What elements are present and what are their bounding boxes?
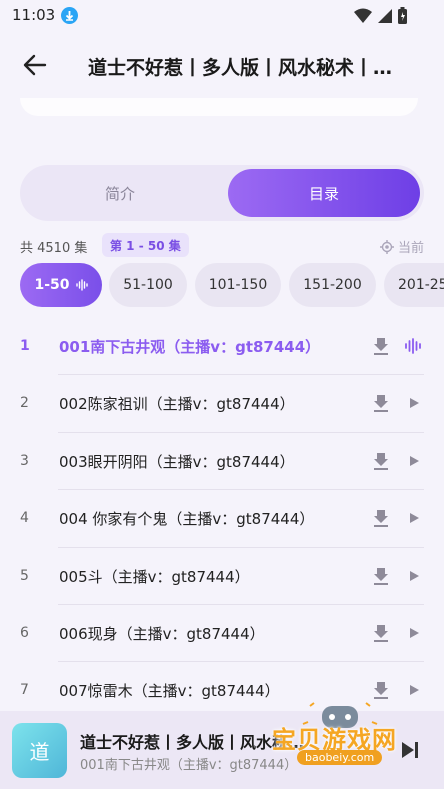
- play-icon[interactable]: [404, 623, 424, 643]
- download-icon[interactable]: [371, 336, 391, 356]
- status-icons: [352, 7, 410, 29]
- segment-tabs: 简介 目录: [20, 165, 424, 221]
- locate-label: 当前: [397, 241, 424, 256]
- episode-row[interactable]: 5 005斗（主播v：gt87444）: [0, 548, 444, 606]
- page-title: 道士不好惹丨多人版丨风水秘术丨…: [88, 57, 393, 79]
- audio-wave-icon: [75, 279, 88, 291]
- play-icon[interactable]: [404, 508, 424, 528]
- episode-number: 5: [20, 567, 29, 584]
- current-range-badge: 第 1 - 50 集: [102, 233, 189, 257]
- wifi-icon: [354, 8, 372, 23]
- header: 道士不好惹丨多人版丨风水秘术丨…: [0, 40, 444, 92]
- download-icon[interactable]: [371, 566, 391, 586]
- range-chip-151-200[interactable]: 151-200: [289, 263, 376, 307]
- episode-number: 2: [20, 395, 29, 412]
- range-chips: 1-50 51-100 101-150 151-200 201-25: [20, 263, 444, 309]
- episode-row[interactable]: 1 001南下古井观（主播v：gt87444）: [0, 318, 444, 376]
- download-icon[interactable]: [371, 451, 391, 471]
- episode-title: 001南下古井观（主播v：gt87444）: [59, 338, 321, 356]
- signal-icon: [378, 9, 392, 23]
- arrow-left-icon: [23, 54, 47, 76]
- tab-catalog[interactable]: 目录: [228, 169, 420, 217]
- episode-row[interactable]: 2 002陈家祖训（主播v：gt87444）: [0, 375, 444, 434]
- episode-title: 007惊雷木（主播v：gt87444）: [59, 682, 280, 701]
- download-icon[interactable]: [371, 508, 391, 528]
- range-chip-51-100[interactable]: 51-100: [109, 263, 187, 307]
- range-chip-1-50[interactable]: 1-50: [20, 263, 102, 307]
- episode-count: 共 4510 集: [20, 241, 88, 256]
- info-card-edge: [20, 98, 418, 116]
- battery-icon: [398, 7, 407, 24]
- episode-title: 004 你家有个鬼（主播v：gt87444）: [59, 510, 315, 529]
- back-button[interactable]: [18, 50, 52, 80]
- range-chip-label: 1-50: [34, 277, 70, 293]
- play-icon[interactable]: [404, 393, 424, 413]
- download-icon[interactable]: [371, 393, 391, 413]
- play-icon[interactable]: [404, 680, 424, 700]
- range-chip-201-250[interactable]: 201-25: [384, 263, 444, 307]
- watermark-url: baobeiy.com: [297, 750, 383, 765]
- locate-current-button[interactable]: 当前: [379, 237, 424, 256]
- play-icon[interactable]: [404, 451, 424, 471]
- episode-list: 1 001南下古井观（主播v：gt87444） 2 002陈家祖训（主播v：gt…: [0, 318, 444, 721]
- episode-number: 3: [20, 452, 29, 469]
- episode-number: 4: [20, 510, 29, 527]
- episode-title: 003眼开阴阳（主播v：gt87444）: [59, 452, 295, 471]
- episode-info-row: 共 4510 集 第 1 - 50 集 当前: [20, 233, 424, 259]
- episode-row[interactable]: 4 004 你家有个鬼（主播v：gt87444）: [0, 490, 444, 548]
- episode-title: 002陈家祖训（主播v：gt87444）: [59, 395, 295, 414]
- episode-number: 7: [20, 682, 29, 699]
- episode-row[interactable]: 6 006现身（主播v：gt87444）: [0, 605, 444, 663]
- album-cover[interactable]: 道: [12, 723, 67, 778]
- status-bar: 11:03: [0, 0, 444, 32]
- locate-icon: [379, 239, 394, 254]
- range-chip-101-150[interactable]: 101-150: [195, 263, 281, 307]
- download-status-icon: [61, 7, 78, 24]
- player-subtitle: 001南下古井观（主播v：gt87444）: [80, 758, 295, 773]
- playing-wave-icon: [404, 336, 424, 356]
- download-icon[interactable]: [371, 680, 391, 700]
- play-icon[interactable]: [404, 566, 424, 586]
- status-time: 11:03: [12, 6, 56, 24]
- tab-intro[interactable]: 简介: [24, 169, 216, 217]
- episode-title: 005斗（主播v：gt87444）: [59, 567, 250, 586]
- episode-row[interactable]: 3 003眼开阴阳（主播v：gt87444）: [0, 433, 444, 491]
- episode-title: 006现身（主播v：gt87444）: [59, 624, 265, 643]
- download-icon[interactable]: [371, 623, 391, 643]
- episode-number: 1: [20, 338, 30, 354]
- episode-number: 6: [20, 624, 29, 641]
